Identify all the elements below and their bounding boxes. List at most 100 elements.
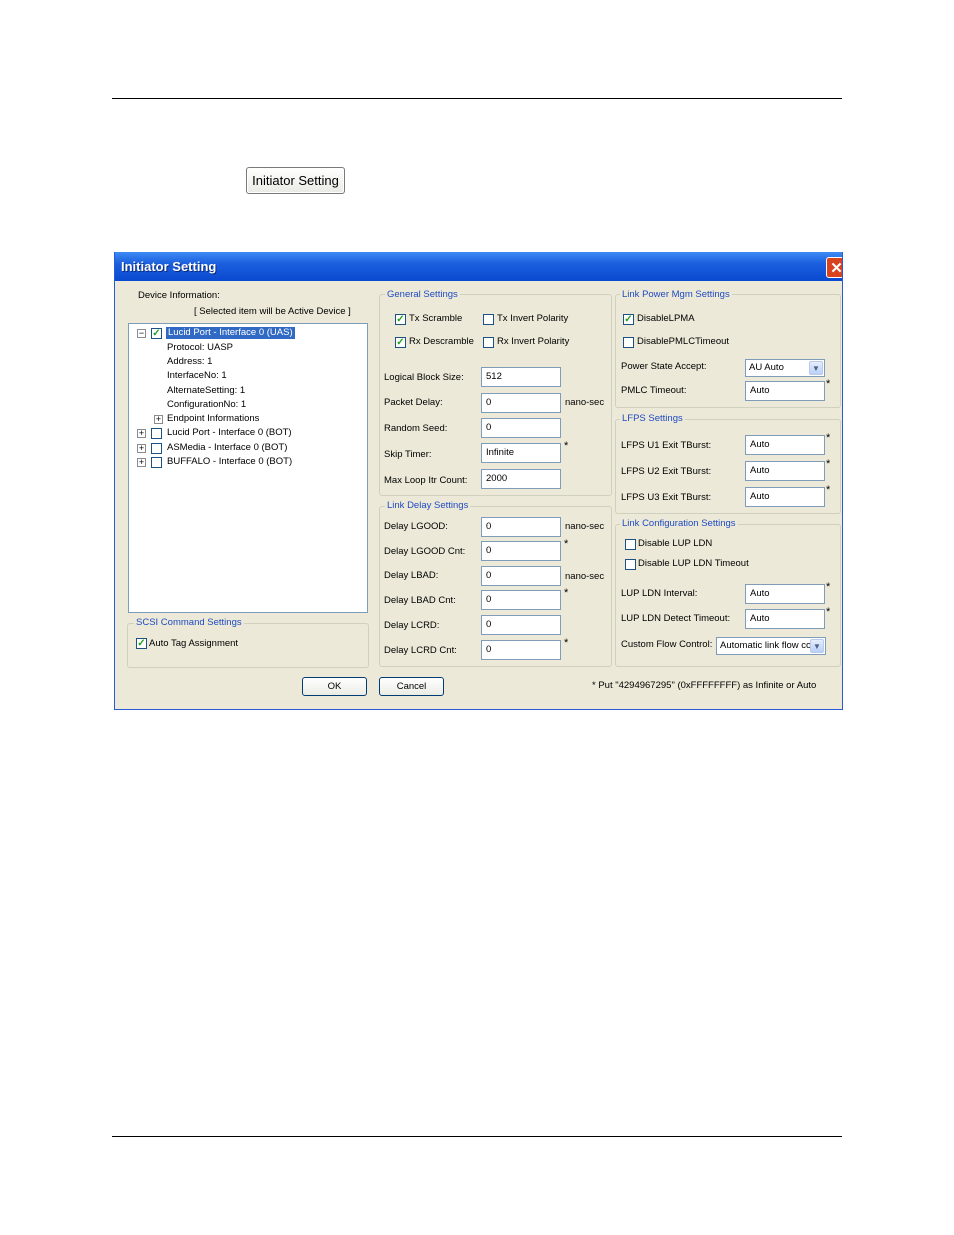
flow-control-label: Custom Flow Control: — [621, 639, 713, 650]
lcrd-cnt-input[interactable]: 0 — [481, 640, 561, 660]
lgood-input[interactable]: 0 — [481, 517, 561, 537]
random-seed-label: Random Seed: — [384, 423, 448, 434]
ok-button[interactable]: OK — [302, 677, 367, 696]
tree-child-endpoints[interactable]: Endpoint Informations — [167, 413, 259, 425]
lfps-u2-label: LFPS U2 Exit TBurst: — [621, 466, 712, 477]
lup-ldn-detect-label: LUP LDN Detect Timeout: — [621, 613, 731, 624]
tree-checkbox-root[interactable]: ✓ — [151, 328, 162, 339]
max-loop-input[interactable]: 2000 — [481, 469, 561, 489]
disable-lpma-checkbox[interactable]: ✓ — [623, 314, 634, 325]
pmlc-timeout-input[interactable]: Auto — [745, 381, 825, 401]
tree-child-alternate[interactable]: AlternateSetting: 1 — [167, 385, 245, 397]
tree-child-address[interactable]: Address: 1 — [167, 356, 212, 368]
packet-delay-label: Packet Delay: — [384, 397, 443, 408]
max-loop-label: Max Loop Itr Count: — [384, 475, 468, 486]
lbad-input[interactable]: 0 — [481, 566, 561, 586]
tx-invert-checkbox[interactable] — [483, 314, 494, 325]
tree-item-asmedia[interactable]: ASMedia - Interface 0 (BOT) — [167, 442, 287, 454]
lup-ldn-interval-label: LUP LDN Interval: — [621, 588, 698, 599]
disable-pmlc-checkbox[interactable] — [623, 337, 634, 348]
disable-lpma-label: DisableLPMA — [637, 313, 695, 324]
expand-icon[interactable]: + — [154, 415, 163, 424]
lbad-cnt-input[interactable]: 0 — [481, 590, 561, 610]
tree-item-lucid-bot[interactable]: Lucid Port - Interface 0 (BOT) — [167, 427, 292, 439]
asterisk-note: * — [826, 432, 831, 444]
header-rule — [112, 98, 842, 99]
asterisk-note: * — [564, 637, 569, 649]
lgood-cnt-input[interactable]: 0 — [481, 541, 561, 561]
disable-lup-ldn-timeout-checkbox[interactable] — [625, 559, 636, 570]
packet-delay-unit: nano-sec — [565, 397, 605, 408]
random-seed-input[interactable]: 0 — [481, 418, 561, 438]
tree-item-buffalo[interactable]: BUFFALO - Interface 0 (BOT) — [167, 456, 292, 468]
tree-child-protocol[interactable]: Protocol: UASP — [167, 342, 233, 354]
rx-descramble-checkbox[interactable]: ✓ — [395, 337, 406, 348]
dialog-title: Initiator Setting — [121, 259, 217, 274]
auto-tag-checkbox[interactable]: ✓ — [136, 638, 147, 649]
chevron-down-icon[interactable]: ▼ — [809, 361, 823, 375]
chevron-down-icon[interactable]: ▼ — [810, 639, 824, 653]
expand-icon[interactable]: + — [137, 444, 146, 453]
lfps-u1-input[interactable]: Auto — [745, 435, 825, 455]
pmlc-timeout-label: PMLC Timeout: — [621, 385, 687, 396]
link-power-title: Link Power Mgm Settings — [620, 289, 732, 301]
packet-delay-input[interactable]: 0 — [481, 393, 561, 413]
lbad-cnt-label: Delay LBAD Cnt: — [384, 595, 456, 606]
asterisk-note: * — [826, 606, 831, 618]
logical-block-input[interactable]: 512 — [481, 367, 561, 387]
rx-descramble-label: Rx Descramble — [409, 336, 474, 347]
tree-child-configuration[interactable]: ConfigurationNo: 1 — [167, 399, 246, 411]
tx-scramble-label: Tx Scramble — [409, 313, 463, 324]
disable-lup-ldn-checkbox[interactable] — [625, 539, 636, 550]
asterisk-note: * — [826, 458, 831, 470]
auto-tag-label: Auto Tag Assignment — [149, 638, 239, 649]
initiator-setting-dialog: Initiator Setting ✕ Device Information: … — [114, 252, 843, 710]
tx-scramble-checkbox[interactable]: ✓ — [395, 314, 406, 325]
expand-icon[interactable]: + — [137, 429, 146, 438]
link-config-title: Link Configuration Settings — [620, 518, 738, 530]
lup-ldn-detect-input[interactable]: Auto — [745, 609, 825, 629]
lbad-label: Delay LBAD: — [384, 570, 439, 581]
device-info-label: Device Information: — [138, 290, 220, 301]
tree-checkbox-asmedia[interactable] — [151, 443, 162, 454]
lgood-label: Delay LGOOD: — [384, 521, 448, 532]
tree-checkbox-buffalo[interactable] — [151, 457, 162, 468]
tx-invert-label: Tx Invert Polarity — [497, 313, 569, 324]
expand-icon[interactable]: + — [137, 458, 146, 467]
tree-child-interface[interactable]: InterfaceNo: 1 — [167, 370, 227, 382]
tree-item-root[interactable]: Lucid Port - Interface 0 (UAS) — [166, 327, 295, 339]
general-settings-title: General Settings — [385, 289, 460, 301]
dialog-titlebar: Initiator Setting — [115, 252, 842, 281]
scsi-group-title: SCSI Command Settings — [134, 617, 244, 629]
collapse-icon[interactable]: − — [137, 329, 146, 338]
close-icon[interactable]: ✕ — [826, 257, 842, 278]
lfps-u3-input[interactable]: Auto — [745, 487, 825, 507]
disable-lup-ldn-label: Disable LUP LDN — [638, 538, 713, 549]
lcrd-label: Delay LCRD: — [384, 620, 440, 631]
tree-checkbox-lucid-bot[interactable] — [151, 428, 162, 439]
lup-ldn-interval-input[interactable]: Auto — [745, 584, 825, 604]
lbad-unit: nano-sec — [565, 571, 605, 582]
lfps-u2-input[interactable]: Auto — [745, 461, 825, 481]
device-tree[interactable]: − ✓ Lucid Port - Interface 0 (UAS) Proto… — [128, 323, 368, 613]
rx-invert-checkbox[interactable] — [483, 337, 494, 348]
power-state-select[interactable]: AU Auto ▼ — [745, 359, 825, 377]
lfps-title: LFPS Settings — [620, 413, 685, 425]
link-delay-title: Link Delay Settings — [385, 500, 471, 512]
asterisk-note: * — [826, 484, 831, 496]
initiator-setting-button[interactable]: Initiator Setting — [246, 167, 345, 194]
flow-control-select[interactable]: Automatic link flow co ▼ — [716, 637, 826, 655]
disable-pmlc-label: DisablePMLCTimeout — [637, 336, 730, 347]
footnote: * Put "4294967295" (0xFFFFFFFF) as Infin… — [592, 680, 817, 691]
asterisk-note: * — [564, 587, 569, 599]
power-state-value: AU Auto — [749, 362, 784, 373]
device-info-hint: [ Selected item will be Active Device ] — [194, 306, 351, 317]
power-state-label: Power State Accept: — [621, 361, 707, 372]
flow-control-value: Automatic link flow co — [720, 640, 812, 651]
lcrd-cnt-label: Delay LCRD Cnt: — [384, 645, 457, 656]
cancel-button[interactable]: Cancel — [379, 677, 444, 696]
lcrd-input[interactable]: 0 — [481, 615, 561, 635]
disable-lup-ldn-timeout-label: Disable LUP LDN Timeout — [638, 558, 749, 569]
asterisk-note: * — [826, 378, 831, 390]
skip-timer-input[interactable]: Infinite — [481, 443, 561, 463]
